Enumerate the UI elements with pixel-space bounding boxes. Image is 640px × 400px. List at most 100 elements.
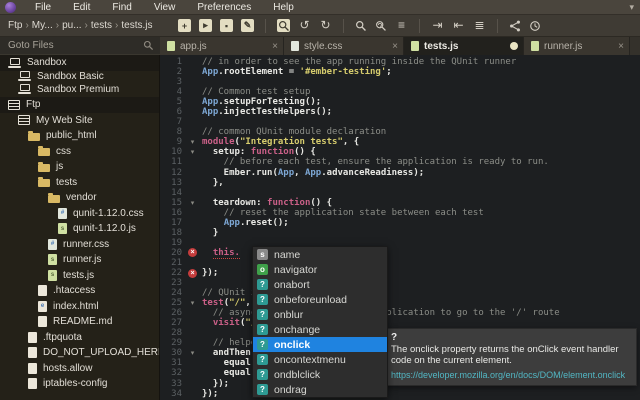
tree-item-index-html[interactable]: eindex.html: [0, 299, 159, 315]
autocomplete-item-ondrag[interactable]: ?ondrag: [253, 382, 387, 397]
autocomplete-item-onclick[interactable]: ?onclick: [253, 337, 387, 352]
menu-edit[interactable]: Edit: [62, 2, 101, 13]
autocomplete-item-onbeforeunload[interactable]: ?onbeforeunload: [253, 292, 387, 307]
tab-tests.js[interactable]: tests.js: [404, 37, 524, 55]
line-number: 31: [160, 358, 185, 368]
tree-item-sandbox-basic[interactable]: Sandbox Basic: [0, 71, 159, 82]
tab-settings-icon[interactable]: ≣: [473, 19, 486, 32]
code-line: 22×});: [160, 268, 640, 278]
code-text: App.injectTestHelpers();: [200, 107, 332, 117]
tree-item-sandbox[interactable]: Sandbox: [0, 55, 159, 71]
breadcrumb-separator: ›: [56, 20, 59, 31]
tree-item-tests-js[interactable]: stests.js: [0, 268, 159, 284]
find-icon[interactable]: [355, 20, 367, 32]
fold-arrow-icon[interactable]: ▾: [185, 138, 200, 146]
autocomplete-label: oncontextmenu: [274, 354, 346, 366]
menu-preferences[interactable]: Preferences: [186, 2, 262, 13]
tree-item-ftp[interactable]: Ftp: [0, 97, 159, 113]
tab-close-icon[interactable]: ×: [378, 41, 398, 52]
tree-item-sandbox-premium[interactable]: Sandbox Premium: [0, 82, 159, 98]
find-replace-icon[interactable]: [375, 20, 387, 32]
tree-item-vendor[interactable]: vendor: [0, 190, 159, 206]
autocomplete-label: name: [274, 249, 300, 261]
css-file-icon: [291, 41, 299, 51]
code-line: 7: [160, 117, 640, 127]
autocomplete-label: ondrag: [274, 384, 307, 396]
indent-left-icon[interactable]: ⇤: [452, 19, 465, 32]
tab-runner.js[interactable]: runner.js×: [524, 37, 630, 55]
autocomplete-item-onchange[interactable]: ?onchange: [253, 322, 387, 337]
tab-label: app.js: [180, 41, 207, 52]
menu-find[interactable]: Find: [101, 2, 142, 13]
menu-help[interactable]: Help: [262, 2, 305, 13]
tree-item-do-not-upload-here[interactable]: DO_NOT_UPLOAD_HERE: [0, 345, 159, 361]
history-icon[interactable]: [529, 20, 541, 32]
tree-item-css[interactable]: css: [0, 144, 159, 160]
goto-line-icon[interactable]: ≡: [395, 19, 408, 32]
tree-item-readme-md[interactable]: README.md: [0, 314, 159, 330]
search-icon: [143, 40, 154, 51]
tab-label: tests.js: [424, 41, 458, 52]
tree-item-qunit-1-12-0-js[interactable]: squnit-1.12.0.js: [0, 221, 159, 237]
share-icon[interactable]: [509, 20, 521, 32]
autocomplete-item-name[interactable]: sname: [253, 247, 387, 262]
code-text: teardown: function() {: [200, 198, 332, 208]
autocomplete-item-oncontextmenu[interactable]: ?oncontextmenu: [253, 352, 387, 367]
preview-icon[interactable]: [277, 19, 290, 32]
menu-view[interactable]: View: [143, 2, 187, 13]
breadcrumb-segment[interactable]: pu...: [62, 20, 81, 31]
save-as-icon[interactable]: ✎: [241, 19, 254, 32]
app-logo-icon[interactable]: [5, 2, 16, 13]
tree-item-my-web-site[interactable]: My Web Site: [0, 113, 159, 129]
breadcrumb-separator: ›: [85, 20, 88, 31]
code-line: 4// Common test setup: [160, 87, 640, 97]
breadcrumb-segment[interactable]: Ftp: [8, 20, 22, 31]
tree-item--ftpquota[interactable]: .ftpquota: [0, 330, 159, 346]
menu-file[interactable]: File: [24, 2, 62, 13]
tree-item-hosts-allow[interactable]: hosts.allow: [0, 361, 159, 377]
autocomplete-item-onabort[interactable]: ?onabort: [253, 277, 387, 292]
open-file-icon[interactable]: ▸: [199, 19, 212, 32]
chevron-down-icon[interactable]: ▾: [629, 2, 634, 13]
tree-item-tests[interactable]: tests: [0, 175, 159, 191]
tree-item-runner-js[interactable]: srunner.js: [0, 252, 159, 268]
breadcrumb-segment[interactable]: tests.js: [121, 20, 152, 31]
tree-item-iptables-config[interactable]: iptables-config: [0, 376, 159, 392]
breadcrumb-segment[interactable]: My...: [32, 20, 53, 31]
toolbar-separator: [419, 19, 420, 33]
line-number: 28: [160, 328, 185, 338]
tree-item--htaccess[interactable]: .htaccess: [0, 283, 159, 299]
fold-arrow-icon[interactable]: ▾: [185, 199, 200, 207]
tree-item-js[interactable]: js: [0, 159, 159, 175]
new-file-icon[interactable]: +: [178, 19, 191, 32]
tree-item-qunit-1-12-0-css[interactable]: #qunit-1.12.0.css: [0, 206, 159, 222]
tooltip-question-icon: ?: [391, 332, 629, 343]
autocomplete-item-navigator[interactable]: onavigator: [253, 262, 387, 277]
tree-item-runner-css[interactable]: #runner.css: [0, 237, 159, 253]
tab-close-icon[interactable]: ×: [604, 41, 624, 52]
tab-app.js[interactable]: app.js ×: [160, 37, 284, 55]
undo-icon[interactable]: ↺: [298, 19, 311, 32]
fold-arrow-icon[interactable]: ▾: [185, 299, 200, 307]
autocomplete-item-ondblclick[interactable]: ?ondblclick: [253, 367, 387, 382]
error-marker: ×: [185, 248, 200, 257]
redo-icon[interactable]: ↻: [319, 19, 332, 32]
tree-item-label: runner.css: [63, 239, 109, 250]
tree-item-public-html[interactable]: public_html: [0, 128, 159, 144]
fold-arrow-icon[interactable]: ▾: [185, 349, 200, 357]
breadcrumb-segment[interactable]: tests: [91, 20, 112, 31]
line-number: 10: [160, 147, 185, 157]
tree-item-label: Sandbox: [27, 57, 66, 68]
save-icon[interactable]: ▪: [220, 19, 233, 32]
tab-style.css[interactable]: style.css×: [284, 37, 404, 55]
indent-right-icon[interactable]: ⇥: [431, 19, 444, 32]
tree-item-label: tests: [56, 177, 77, 188]
line-number: 2: [160, 67, 185, 77]
tab-close-icon[interactable]: ×: [258, 41, 278, 52]
goto-files-input[interactable]: Goto Files: [0, 37, 160, 55]
autocomplete-tooltip: ? The onclick property returns the onCli…: [383, 328, 637, 386]
docs-link[interactable]: https://developer.mozilla.org/en/docs/DO…: [391, 370, 629, 380]
fold-arrow-icon[interactable]: ▾: [185, 148, 200, 156]
autocomplete-item-onblur[interactable]: ?onblur: [253, 307, 387, 322]
toolbar-icons: + ▸ ▪ ✎ ↺ ↻ ≡ ⇥ ⇤ ≣: [160, 19, 541, 33]
